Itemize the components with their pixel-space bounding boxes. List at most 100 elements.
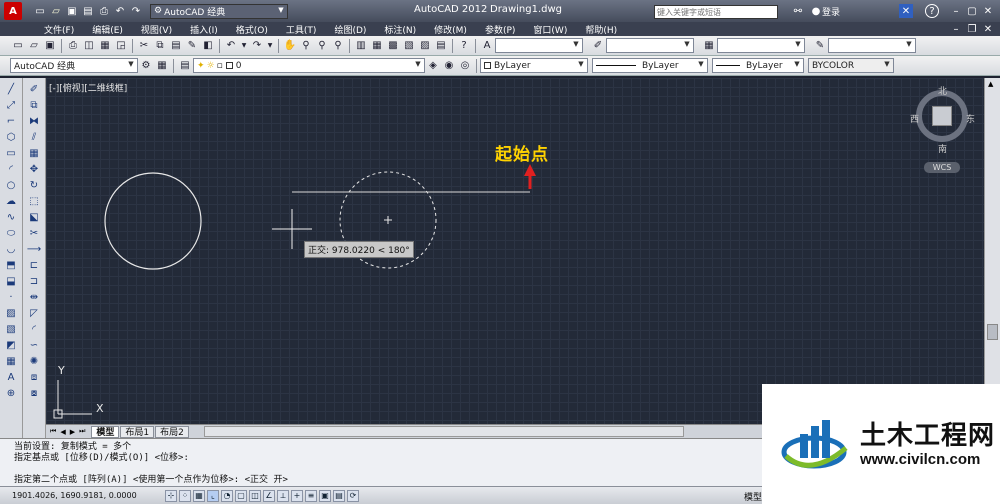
- user-icon[interactable]: ●: [809, 4, 823, 18]
- sheet-set-icon[interactable]: ▧: [402, 39, 416, 53]
- help-icon[interactable]: ?: [457, 39, 471, 53]
- zoom-realtime-icon[interactable]: ⚲: [299, 39, 313, 53]
- blend-icon[interactable]: ∽: [26, 338, 42, 353]
- multileader-style-icon[interactable]: ✎: [813, 39, 827, 53]
- plot-icon[interactable]: ⎙: [66, 39, 80, 53]
- join-icon[interactable]: ⇹: [26, 290, 42, 305]
- doc-minimize-icon[interactable]: –: [949, 22, 963, 36]
- scroll-thumb[interactable]: [987, 324, 998, 340]
- redo-icon[interactable]: ↷: [250, 39, 264, 53]
- polyline-icon[interactable]: ⌐: [3, 114, 19, 129]
- table-icon[interactable]: ▦: [3, 354, 19, 369]
- construction-line-icon[interactable]: ⤢: [3, 98, 19, 113]
- copy-object-icon[interactable]: ⧉: [26, 98, 42, 113]
- revision-cloud-icon[interactable]: ☁: [3, 194, 19, 209]
- layer-properties-icon[interactable]: ▤: [178, 59, 192, 73]
- markup-icon[interactable]: ▨: [418, 39, 432, 53]
- color-combo[interactable]: ByLayer ▼: [480, 58, 588, 73]
- polar-tracking-icon[interactable]: ◔: [221, 489, 233, 502]
- design-center-icon[interactable]: ▦: [370, 39, 384, 53]
- binoculars-icon[interactable]: ⚯: [791, 4, 805, 18]
- grid-display-icon[interactable]: ▦: [193, 489, 205, 502]
- object-snap-icon[interactable]: ▢: [235, 489, 247, 502]
- viewcube[interactable]: 北 南 东 西 WCS: [908, 84, 978, 176]
- dynamic-ucs-icon[interactable]: ⟂: [277, 489, 289, 502]
- stretch-icon[interactable]: ⬕: [26, 210, 42, 225]
- mirror-icon[interactable]: ⧓: [26, 114, 42, 129]
- break-icon[interactable]: ⊐: [26, 274, 42, 289]
- arc-icon[interactable]: ◜: [3, 162, 19, 177]
- model-space-label[interactable]: 模型: [744, 490, 762, 503]
- fillet-icon[interactable]: ◜: [26, 322, 42, 337]
- coordinates-readout[interactable]: 1901.4026, 1690.9181, 0.0000: [12, 491, 164, 500]
- preview-icon[interactable]: ◫: [82, 39, 96, 53]
- ellipse-arc-icon[interactable]: ◡: [3, 242, 19, 257]
- plotstyle-combo[interactable]: BYCOLOR ▼: [808, 58, 894, 73]
- compass-east[interactable]: 东: [966, 112, 975, 125]
- 3dprint-icon[interactable]: ◲: [114, 39, 128, 53]
- compass-west[interactable]: 西: [910, 112, 919, 125]
- menu-edit[interactable]: 编辑(E): [92, 23, 123, 36]
- dim-style-icon[interactable]: ✐: [591, 39, 605, 53]
- add-selected-icon[interactable]: ⊕: [3, 386, 19, 401]
- gradient-icon[interactable]: ▧: [3, 322, 19, 337]
- tab-first-icon[interactable]: ⏮: [50, 427, 56, 436]
- customize-icon[interactable]: ▦: [155, 59, 169, 73]
- ortho-mode-icon[interactable]: ⌞: [207, 489, 219, 502]
- text-style-combo[interactable]: ▼: [495, 38, 583, 53]
- qnew-icon[interactable]: ▭: [11, 39, 25, 53]
- scroll-up-icon[interactable]: ▲: [988, 80, 993, 88]
- properties-icon[interactable]: ▥: [354, 39, 368, 53]
- maximize-icon[interactable]: ▢: [965, 4, 979, 18]
- snap-mode-icon[interactable]: ⁘: [179, 489, 191, 502]
- object-snap-tracking-icon[interactable]: ∠: [263, 489, 275, 502]
- match-properties-icon[interactable]: ✎: [185, 39, 199, 53]
- block-editor-icon[interactable]: ◧: [201, 39, 215, 53]
- menu-insert[interactable]: 插入(I): [190, 23, 218, 36]
- undo-icon[interactable]: ↶: [113, 4, 127, 18]
- save-icon[interactable]: ▣: [65, 4, 79, 18]
- workspace-settings-icon[interactable]: ⚙: [139, 59, 153, 73]
- break-at-point-icon[interactable]: ⊏: [26, 258, 42, 273]
- region-icon[interactable]: ◩: [3, 338, 19, 353]
- paste-icon[interactable]: ▤: [169, 39, 183, 53]
- vertical-scrollbar[interactable]: ▲ ▼: [984, 78, 1000, 424]
- rectangle-icon[interactable]: ▭: [3, 146, 19, 161]
- group-icon[interactable]: ⧇: [26, 386, 42, 401]
- open-file-icon[interactable]: ▱: [49, 4, 63, 18]
- make-current-icon[interactable]: ◈: [426, 59, 440, 73]
- workspace-combo[interactable]: AutoCAD 经典 ▼: [10, 58, 138, 73]
- transparency-icon[interactable]: ▣: [319, 489, 331, 502]
- ellipse-icon[interactable]: ⬭: [3, 226, 19, 241]
- qsave-icon[interactable]: ▣: [43, 39, 57, 53]
- redo-icon[interactable]: ↷: [129, 4, 143, 18]
- lineweight-icon[interactable]: ≡: [305, 489, 317, 502]
- tab-prev-icon[interactable]: ◀: [60, 428, 65, 436]
- circle-icon[interactable]: ○: [3, 178, 19, 193]
- exchange-icon[interactable]: ✕: [899, 4, 913, 18]
- quickcalc-icon[interactable]: ▤: [434, 39, 448, 53]
- tab-last-icon[interactable]: ⏭: [79, 427, 85, 436]
- explode-icon[interactable]: ✺: [26, 354, 42, 369]
- doc-close-icon[interactable]: ✕: [981, 22, 995, 36]
- drawing-canvas[interactable]: [-][俯视][二维线框] 起始点 正交: 978.0220 < 180° Y …: [46, 78, 984, 424]
- layer-combo[interactable]: ✦ ☼ ▫ 0 ▼: [193, 58, 425, 73]
- dim-style-combo[interactable]: ▼: [606, 38, 694, 53]
- menu-modify[interactable]: 修改(M): [434, 23, 467, 36]
- insert-block-icon[interactable]: ⬒: [3, 258, 19, 273]
- cut-icon[interactable]: ✂: [137, 39, 151, 53]
- point-icon[interactable]: ·: [3, 290, 19, 305]
- menu-window[interactable]: 窗口(W): [533, 23, 567, 36]
- spline-icon[interactable]: ∿: [3, 210, 19, 225]
- make-block-icon[interactable]: ⬓: [3, 274, 19, 289]
- offset-icon[interactable]: ⫽: [26, 130, 42, 145]
- selection-cycling-icon[interactable]: ⟳: [347, 489, 359, 502]
- menu-dimension[interactable]: 标注(N): [384, 23, 416, 36]
- publish-icon[interactable]: ▦: [98, 39, 112, 53]
- save-as-icon[interactable]: ▤: [81, 4, 95, 18]
- tab-layout2[interactable]: 布局2: [155, 425, 189, 438]
- workspace-switcher[interactable]: ⚙ AutoCAD 经典 ▼: [150, 3, 288, 19]
- trim-icon[interactable]: ✂: [26, 226, 42, 241]
- viewcube-face[interactable]: [932, 106, 952, 126]
- text-style-icon[interactable]: A: [480, 39, 494, 53]
